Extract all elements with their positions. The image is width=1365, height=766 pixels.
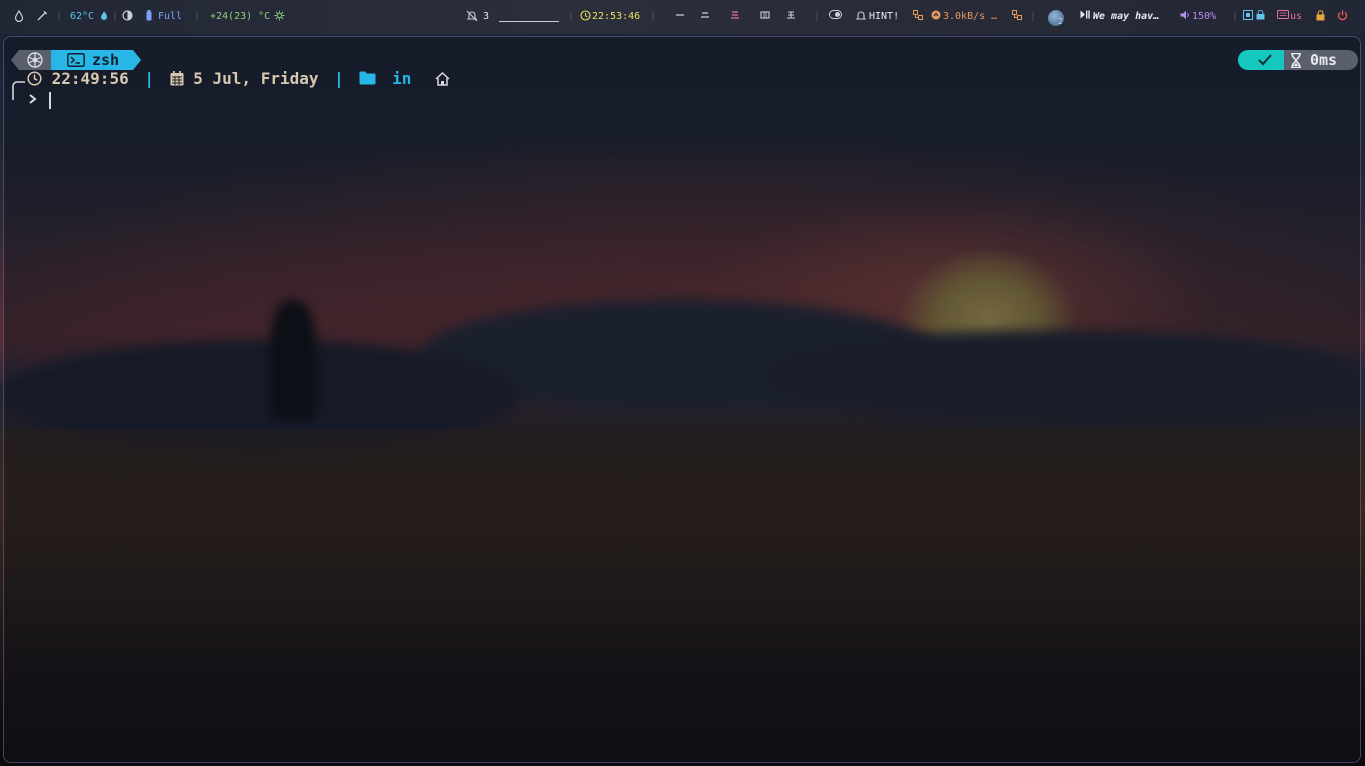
volume-level[interactable]: 150% [1192, 10, 1216, 24]
speaker-icon[interactable] [1180, 10, 1191, 24]
separator: | [112, 11, 119, 22]
prompt-time: 22:49:56 [51, 69, 129, 88]
separator: | [194, 11, 201, 22]
workspace-5[interactable] [786, 10, 796, 24]
network-icon[interactable] [913, 10, 923, 24]
keyboard-layout[interactable]: us [1290, 10, 1302, 24]
workspace-2[interactable] [700, 10, 710, 24]
folder-icon [359, 71, 376, 85]
network-alt-icon[interactable] [1012, 10, 1022, 24]
media-progress-line [499, 21, 559, 22]
water-drop-icon[interactable] [14, 9, 24, 24]
flame-icon [100, 10, 108, 24]
check-icon [1258, 54, 1272, 66]
separator: | [1232, 11, 1239, 22]
battery-status: Full [158, 11, 183, 22]
screenshot-icon[interactable] [1243, 10, 1253, 24]
network-speed: 3.0kB/s … [943, 11, 998, 22]
media-title[interactable]: We may hav… [1093, 10, 1159, 24]
separator: | [568, 11, 575, 22]
prompt-right-segments: 0ms [1238, 50, 1358, 70]
separator: | [144, 69, 154, 88]
hint-label[interactable]: HINT! [869, 10, 899, 24]
keyboard-icon [1277, 10, 1289, 24]
workspace-3[interactable] [730, 10, 740, 24]
play-pause-icon[interactable] [1080, 10, 1090, 24]
weather-temp[interactable]: +24(23) °C [210, 10, 270, 24]
separator: | [814, 11, 821, 22]
top-status-bar: | 62°C | Full | +24(23) °C 3 | 22:53:46 … [0, 0, 1365, 34]
prompt-dir: in [392, 69, 412, 88]
battery-icon [146, 10, 152, 24]
clock-icon [580, 10, 591, 24]
avatar-badge: 2 [1058, 17, 1063, 26]
exec-time-segment: 0ms [1284, 50, 1358, 70]
os-segment [11, 50, 55, 70]
prompt-info-line: 22:49:56 | 5 Jul, Friday | in [27, 69, 450, 89]
terminal-window[interactable]: zsh 22:49:56 | 5 Jul, Friday | in 0ms [3, 36, 1361, 763]
separator: | [650, 11, 657, 22]
shell-name: zsh [92, 51, 120, 69]
hourglass-icon [1291, 53, 1301, 68]
padlock-icon[interactable] [1316, 10, 1325, 24]
theme-toggle-icon[interactable] [122, 10, 133, 24]
text-cursor [49, 92, 51, 109]
power-icon[interactable] [1337, 10, 1348, 24]
lock-icon[interactable] [1256, 9, 1265, 24]
workspace-4[interactable] [760, 10, 770, 24]
workspace-1[interactable] [675, 10, 685, 24]
sun-icon [274, 10, 285, 24]
calendar-icon [170, 71, 184, 86]
bell-off-icon[interactable] [466, 10, 478, 24]
separator: | [1030, 11, 1037, 22]
prompt-arrow-icon [12, 81, 37, 104]
separator: | [56, 11, 63, 22]
notification-count: 3 [483, 11, 490, 22]
toggle-icon[interactable] [829, 10, 842, 24]
topbar-clock[interactable]: 22:53:46 [592, 10, 640, 24]
exec-time: 0ms [1310, 51, 1338, 69]
prompt-date: 5 Jul, Friday [193, 69, 319, 88]
exit-status-segment [1238, 50, 1288, 70]
home-icon [435, 71, 450, 86]
alarm-icon[interactable] [855, 10, 867, 24]
cpu-temp: 62°C [70, 11, 95, 22]
shell-segment: zsh [51, 50, 141, 70]
separator: | [334, 69, 344, 88]
terminal-icon [67, 53, 85, 67]
upload-icon [931, 10, 941, 24]
wand-icon[interactable] [36, 10, 48, 24]
os-logo-icon [27, 52, 43, 68]
